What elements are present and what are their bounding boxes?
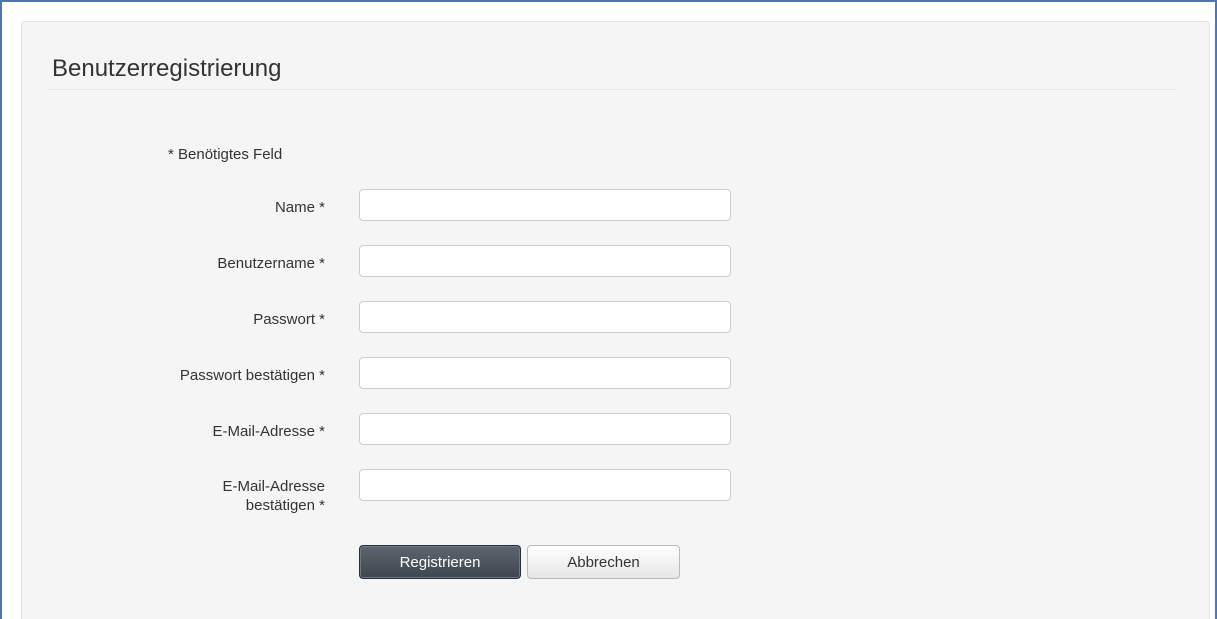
- email-confirm-label-line1: E-Mail-Adresse: [222, 478, 325, 495]
- email-label: E-Mail-Adresse *: [212, 423, 325, 440]
- email-confirm-label: E-Mail-Adresse bestätigen *: [65, 477, 325, 515]
- name-label: Name *: [274, 199, 325, 216]
- password-input[interactable]: [359, 301, 731, 333]
- browser-viewport: Benutzerregistrierung * Benötigtes Feld …: [0, 0, 1217, 619]
- registration-panel: Benutzerregistrierung * Benötigtes Feld …: [21, 21, 1210, 619]
- title-divider: [49, 89, 1177, 90]
- email-confirm-label-line2: bestätigen *: [245, 497, 325, 514]
- password-confirm-label: Passwort bestätigen *: [179, 367, 325, 384]
- required-field-note: * Benötigtes Feld: [168, 146, 283, 163]
- cancel-button[interactable]: Abbrechen: [527, 545, 680, 579]
- email-input[interactable]: [359, 413, 731, 445]
- email-confirm-input[interactable]: [359, 469, 731, 501]
- name-input[interactable]: [359, 189, 731, 221]
- password-label: Passwort *: [253, 311, 325, 328]
- password-confirm-input[interactable]: [359, 357, 731, 389]
- username-label: Benutzername *: [217, 255, 325, 272]
- page-title: Benutzerregistrierung: [52, 55, 282, 82]
- username-input[interactable]: [359, 245, 731, 277]
- register-button[interactable]: Registrieren: [359, 545, 521, 579]
